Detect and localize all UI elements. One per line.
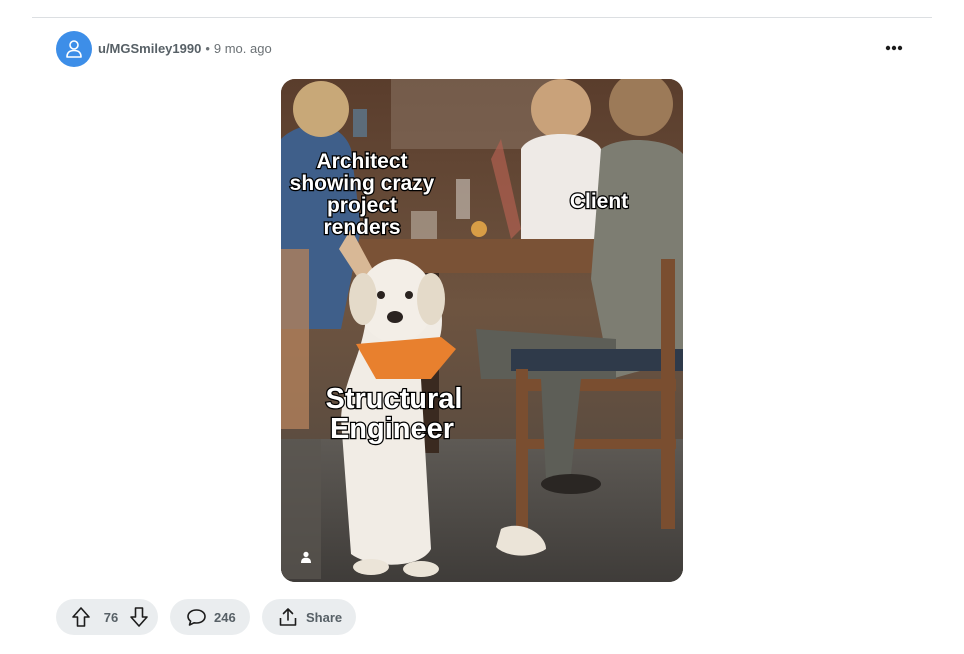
- comment-icon-wrap: [185, 606, 207, 628]
- downvote-button[interactable]: [128, 605, 150, 629]
- more-options-icon: [885, 45, 903, 51]
- user-avatar-icon: [66, 40, 82, 58]
- comment-count: 246: [214, 609, 236, 625]
- share-button[interactable]: Share: [262, 599, 356, 635]
- caption-engineer-2: Engineer: [330, 413, 454, 445]
- comments-button[interactable]: 246: [170, 599, 250, 635]
- username-link[interactable]: u/MGSmiley1990: [98, 41, 201, 56]
- caption-architect-1: Architect: [316, 150, 407, 173]
- share-label: Share: [306, 609, 343, 625]
- post-image[interactable]: Architect showing crazy project renders …: [281, 79, 683, 582]
- vote-bar: 76: [56, 599, 158, 635]
- arrow-up-icon: [72, 607, 90, 627]
- caption-engineer-1: Structural: [326, 383, 463, 415]
- caption-architect-2: showing crazy: [290, 172, 435, 195]
- user-tag-button[interactable]: [297, 548, 315, 566]
- caption-architect-3: project: [327, 194, 397, 217]
- post-header: u/MGSmiley1990 • 9 mo. ago: [56, 30, 908, 67]
- share-icon-wrap: [277, 606, 299, 628]
- meta-separator: •: [205, 41, 210, 56]
- comment-bubble-icon: [186, 608, 206, 626]
- user-avatar[interactable]: [56, 31, 92, 67]
- more-options-button[interactable]: [880, 36, 908, 60]
- post-age: 9 mo. ago: [213, 41, 272, 56]
- share-upload-icon: [279, 608, 297, 626]
- arrow-down-icon: [130, 607, 148, 627]
- vote-count: 76: [103, 609, 119, 625]
- top-divider: [32, 17, 932, 18]
- person-icon: [301, 551, 311, 563]
- caption-architect-4: renders: [323, 216, 400, 239]
- post-meta: u/MGSmiley1990 • 9 mo. ago: [98, 41, 272, 56]
- caption-client: Client: [570, 190, 628, 213]
- upvote-button[interactable]: [70, 605, 92, 629]
